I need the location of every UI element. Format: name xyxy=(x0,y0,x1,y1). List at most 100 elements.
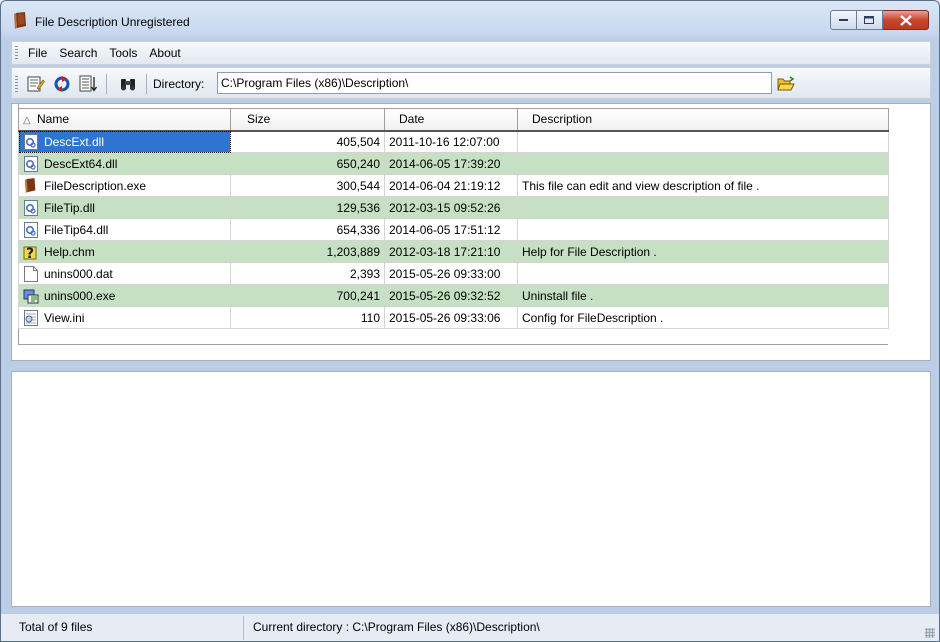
close-icon xyxy=(899,14,912,26)
file-date: 2015-05-26 09:33:06 xyxy=(384,306,518,329)
blank-file-icon xyxy=(23,265,39,282)
dll-icon xyxy=(23,155,39,172)
table-row[interactable]: FileDescription.exe 300,544 2014-06-04 2… xyxy=(18,174,889,197)
table-row[interactable]: View.ini 110 2015-05-26 09:33:06 Config … xyxy=(18,306,889,329)
file-name: FileDescription.exe xyxy=(44,178,147,193)
file-size: 700,241 xyxy=(230,284,385,307)
dll-icon xyxy=(23,199,39,216)
menu-search[interactable]: Search xyxy=(53,44,103,62)
file-size: 110 xyxy=(230,306,385,329)
window-title: File Description Unregistered xyxy=(35,15,190,29)
file-size: 1,203,889 xyxy=(230,240,385,263)
resize-grip[interactable] xyxy=(925,628,935,638)
file-description xyxy=(517,218,889,241)
file-description xyxy=(517,152,889,175)
column-header-description[interactable]: Description xyxy=(517,108,889,132)
toolbar-separator xyxy=(146,74,147,94)
toolbar-grip-handle[interactable] xyxy=(15,76,18,92)
column-header-size[interactable]: Size xyxy=(230,108,385,132)
file-date: 2014-06-05 17:39:20 xyxy=(384,152,518,175)
menu-file[interactable]: File xyxy=(22,44,53,62)
file-description xyxy=(517,196,889,219)
browse-folder-button[interactable] xyxy=(777,75,795,93)
window-controls xyxy=(830,10,929,30)
file-date: 2014-06-05 17:51:12 xyxy=(384,218,518,241)
sort-list-icon xyxy=(79,75,97,92)
menu-grip-handle[interactable] xyxy=(15,46,18,60)
file-date: 2015-05-26 09:32:52 xyxy=(384,284,518,307)
column-header-name[interactable]: △ Name xyxy=(18,108,231,132)
table-row[interactable]: FileTip.dll 129,536 2012-03-15 09:52:26 xyxy=(18,196,889,219)
file-description: Uninstall file . xyxy=(517,284,889,307)
file-name: unins000.dat xyxy=(44,266,113,281)
refresh-icon xyxy=(54,76,70,92)
file-list-pane[interactable]: △ Name Size Date Description DescExt.dll … xyxy=(11,103,931,361)
close-button[interactable] xyxy=(883,10,929,30)
table-row[interactable]: DescExt64.dll 650,240 2014-06-05 17:39:2… xyxy=(18,152,889,175)
file-description xyxy=(517,130,889,153)
file-size: 129,536 xyxy=(230,196,385,219)
file-name: unins000.exe xyxy=(44,288,116,303)
ini-icon xyxy=(23,309,39,326)
maximize-button[interactable] xyxy=(857,10,883,30)
file-description xyxy=(517,262,889,285)
status-bar: Total of 9 files Current directory : C:\… xyxy=(1,613,939,641)
table-header-row: △ Name Size Date Description xyxy=(18,108,889,132)
table-row[interactable]: FileTip64.dll 654,336 2014-06-05 17:51:1… xyxy=(18,218,889,241)
menu-tools[interactable]: Tools xyxy=(103,44,143,62)
file-name: FileTip.dll xyxy=(44,200,95,215)
help-icon: ? xyxy=(23,244,39,260)
table-row[interactable]: unins000.dat 2,393 2015-05-26 09:33:00 xyxy=(18,262,889,285)
file-description: Help for File Description . xyxy=(517,240,889,263)
file-date: 2012-03-15 09:52:26 xyxy=(384,196,518,219)
file-size: 654,336 xyxy=(230,218,385,241)
dll-icon xyxy=(23,133,39,150)
menu-about[interactable]: About xyxy=(143,44,186,62)
menu-bar: File Search Tools About xyxy=(11,41,931,65)
status-total-files: Total of 9 files xyxy=(19,620,93,634)
minimize-button[interactable] xyxy=(830,10,857,30)
directory-input[interactable] xyxy=(217,72,772,94)
file-description: Config for FileDescription . xyxy=(517,306,889,329)
edit-description-icon xyxy=(27,76,45,92)
file-size: 650,240 xyxy=(230,152,385,175)
file-description: This file can edit and view description … xyxy=(517,174,889,197)
find-binoculars-icon xyxy=(121,79,135,91)
title-bar[interactable]: File Description Unregistered xyxy=(1,1,939,39)
status-current-directory: Current directory : C:\Program Files (x8… xyxy=(253,620,540,634)
refresh-button[interactable] xyxy=(52,74,72,94)
svg-text:?: ? xyxy=(26,246,34,260)
description-detail-pane[interactable] xyxy=(11,371,931,607)
column-header-date[interactable]: Date xyxy=(384,108,518,132)
sort-list-button[interactable] xyxy=(78,74,98,94)
sort-ascending-icon: △ xyxy=(23,115,31,127)
app-window: File Description Unregistered File Searc… xyxy=(0,0,940,642)
file-size: 2,393 xyxy=(230,262,385,285)
file-date: 2012-03-18 17:21:10 xyxy=(384,240,518,263)
file-name: Help.chm xyxy=(44,244,95,259)
app-book-icon xyxy=(13,12,29,30)
minimize-icon xyxy=(838,19,848,21)
file-size: 405,504 xyxy=(230,130,385,153)
toolbar: Directory: xyxy=(11,67,931,99)
file-name: DescExt64.dll xyxy=(44,156,118,171)
file-size: 300,544 xyxy=(230,174,385,197)
find-button[interactable] xyxy=(118,74,138,94)
edit-description-button[interactable] xyxy=(26,74,46,94)
toolbar-separator xyxy=(106,74,107,94)
file-name: FileTip64.dll xyxy=(44,222,109,237)
table-row[interactable]: DescExt.dll 405,504 2011-10-16 12:07:00 xyxy=(18,130,889,153)
book-icon xyxy=(23,177,39,194)
file-date: 2014-06-04 21:19:12 xyxy=(384,174,518,197)
file-name: DescExt.dll xyxy=(44,134,105,149)
file-date: 2011-10-16 12:07:00 xyxy=(384,130,518,153)
directory-label: Directory: xyxy=(153,77,205,91)
dll-icon xyxy=(23,221,39,238)
file-table: △ Name Size Date Description DescExt.dll … xyxy=(18,108,889,329)
file-date: 2015-05-26 09:33:00 xyxy=(384,262,518,285)
maximize-icon xyxy=(864,15,874,24)
table-row[interactable]: unins000.exe 700,241 2015-05-26 09:32:52… xyxy=(18,284,889,307)
file-name: View.ini xyxy=(44,310,85,325)
table-row[interactable]: ? Help.chm 1,203,889 2012-03-18 17:21:10… xyxy=(18,240,889,263)
installer-icon xyxy=(23,288,39,304)
